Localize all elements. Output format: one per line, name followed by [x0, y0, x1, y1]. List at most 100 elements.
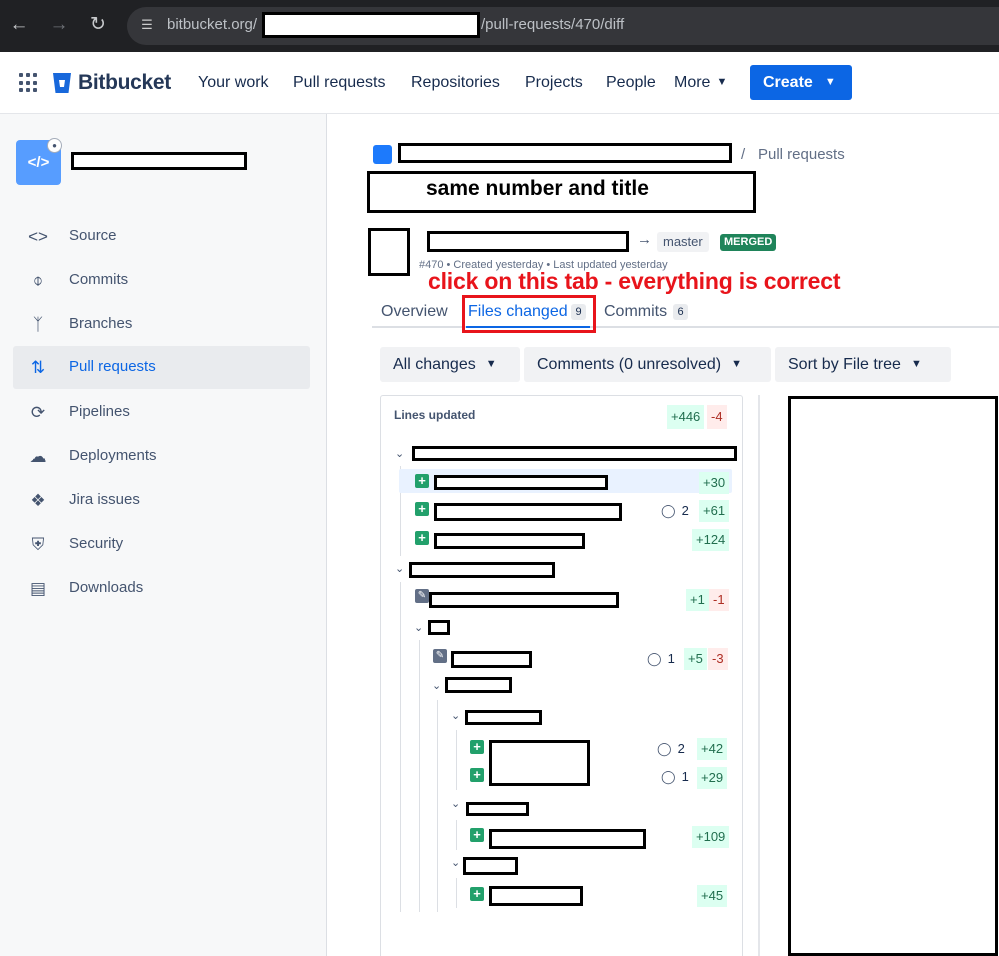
sidebar-item-label: Downloads: [69, 579, 144, 596]
folder-name[interactable]: [445, 677, 512, 693]
folder-name[interactable]: [466, 802, 529, 816]
row-removed: -3: [708, 648, 728, 670]
sidebar-item-security[interactable]: ⛨ Security: [13, 523, 310, 565]
bitbucket-logo-icon[interactable]: [52, 72, 72, 94]
file-name[interactable]: [434, 475, 608, 490]
file-name[interactable]: [451, 651, 532, 668]
pr-title-note: same number and title: [426, 177, 649, 200]
sidebar-item-downloads[interactable]: ▤ Downloads: [13, 567, 310, 609]
file-name[interactable]: [434, 503, 622, 521]
comment-icon: ◯: [647, 651, 662, 666]
folder-name[interactable]: [412, 446, 737, 461]
sidebar-item-branches[interactable]: ᛉ Branches: [13, 303, 310, 345]
nav-your-work[interactable]: Your work: [198, 74, 269, 92]
sidebar-item-pipelines[interactable]: ⟳ Pipelines: [13, 391, 310, 433]
redacted-url-segment: [262, 12, 480, 38]
sidebar-item-commits[interactable]: ⌽ Commits: [13, 259, 310, 301]
sort-label: Sort by File tree: [788, 356, 901, 373]
nav-more-label: More: [674, 74, 711, 91]
chevron-down-icon[interactable]: ⌄: [451, 709, 460, 722]
sidebar-item-source[interactable]: <> Source: [13, 215, 310, 257]
file-added-icon: +: [470, 768, 484, 782]
lock-icon: ●: [47, 138, 62, 153]
commits-count-badge: 6: [673, 304, 688, 320]
row-added: +5: [684, 648, 707, 670]
annotation-highlight-box: [462, 295, 596, 333]
breadcrumb-pull-requests[interactable]: Pull requests: [758, 146, 845, 163]
chevron-down-icon[interactable]: ⌄: [395, 447, 404, 460]
all-changes-dropdown[interactable]: All changes ▼: [380, 347, 520, 382]
nav-pull-requests[interactable]: Pull requests: [293, 74, 386, 92]
site-info-icon[interactable]: ☰: [136, 14, 158, 36]
row-added: +30: [699, 472, 730, 494]
chevron-down-icon[interactable]: ⌄: [451, 856, 460, 869]
nav-people[interactable]: People: [606, 74, 656, 92]
sidebar-item-label: Branches: [69, 315, 133, 332]
sidebar-item-label: Source: [69, 227, 117, 244]
back-icon[interactable]: ←: [6, 12, 32, 38]
repo-breadcrumb-icon[interactable]: [373, 145, 392, 164]
redacted-repo-name: [71, 152, 247, 170]
redacted-diff-view: [788, 396, 998, 956]
app-switcher-icon[interactable]: [19, 73, 39, 93]
file-added-icon: +: [470, 828, 484, 842]
file-added-icon: +: [415, 502, 429, 516]
file-modified-icon: ✎: [415, 589, 429, 603]
url-host: bitbucket.org/: [167, 16, 258, 33]
pipelines-icon: ⟳: [30, 403, 46, 422]
file-name[interactable]: [489, 740, 590, 786]
comment-count-value: 1: [667, 651, 675, 666]
author-avatar[interactable]: [368, 228, 410, 276]
sidebar-item-label: Commits: [69, 271, 129, 288]
sidebar-item-pull-requests[interactable]: ⇅ Pull requests: [13, 346, 310, 389]
row-added: +109: [692, 826, 730, 848]
forward-icon[interactable]: →: [46, 12, 72, 38]
create-label: Create: [763, 74, 813, 91]
folder-name[interactable]: [465, 710, 542, 725]
file-added-icon: +: [415, 474, 429, 488]
folder-name[interactable]: [428, 620, 450, 635]
pull-request-icon: ⇅: [30, 358, 46, 377]
chevron-down-icon[interactable]: ⌄: [432, 679, 441, 692]
chevron-down-icon: ▼: [824, 76, 836, 88]
comment-count-value: 1: [681, 769, 689, 784]
panel-divider[interactable]: [758, 395, 760, 956]
breadcrumb-separator: /: [741, 146, 746, 163]
create-button[interactable]: Create ▼: [750, 65, 852, 100]
row-added: +1: [686, 589, 709, 611]
row-added: +124: [692, 529, 730, 551]
lines-updated-label: Lines updated: [394, 408, 476, 422]
comment-count: ◯ 1: [647, 651, 675, 667]
branch-icon: ᛉ: [32, 315, 44, 334]
sidebar-item-jira-issues[interactable]: ❖ Jira issues: [13, 479, 310, 521]
folder-name[interactable]: [463, 857, 518, 875]
file-name[interactable]: [429, 592, 619, 608]
tab-commits[interactable]: Commits: [604, 303, 667, 321]
reload-icon[interactable]: ↻: [85, 12, 111, 38]
chevron-down-icon[interactable]: ⌄: [414, 621, 423, 634]
nav-repositories[interactable]: Repositories: [411, 74, 500, 92]
deployments-icon: ☁: [29, 447, 47, 466]
nav-more[interactable]: More ▼: [674, 74, 727, 92]
sidebar: </> ● <> Source ⌽ Commits ᛉ Branches ⇅ P…: [0, 114, 327, 956]
top-navigation: Bitbucket Your work Pull requests Reposi…: [0, 52, 999, 114]
chevron-down-icon: ▼: [731, 358, 742, 370]
comments-filter-label: Comments (0 unresolved): [537, 356, 722, 373]
target-branch[interactable]: master: [657, 232, 709, 252]
chevron-down-icon[interactable]: ⌄: [451, 797, 460, 810]
folder-name[interactable]: [409, 562, 555, 578]
sort-dropdown[interactable]: Sort by File tree ▼: [775, 347, 951, 382]
product-name[interactable]: Bitbucket: [78, 71, 171, 95]
tab-overview[interactable]: Overview: [381, 303, 448, 321]
file-name[interactable]: [489, 886, 583, 906]
row-added: +45: [697, 885, 728, 907]
jira-icon: ❖: [30, 491, 46, 510]
sidebar-item-label: Jira issues: [69, 491, 140, 508]
file-name[interactable]: [434, 533, 585, 549]
file-name[interactable]: [489, 829, 646, 849]
sidebar-item-deployments[interactable]: ☁ Deployments: [13, 435, 310, 477]
chevron-down-icon[interactable]: ⌄: [395, 562, 404, 575]
tree-guide: [456, 820, 457, 850]
nav-projects[interactable]: Projects: [525, 74, 583, 92]
comments-filter-dropdown[interactable]: Comments (0 unresolved) ▼: [524, 347, 771, 382]
